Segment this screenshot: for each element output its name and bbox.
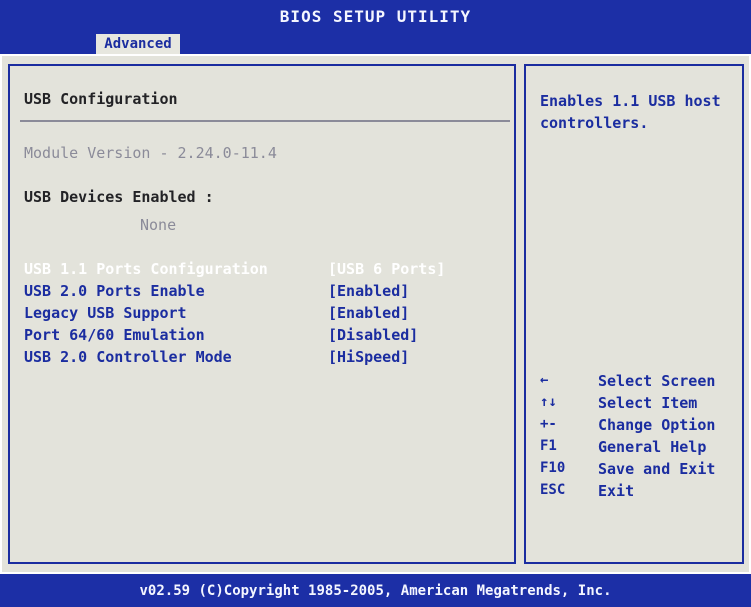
setting-value[interactable]: [Enabled] [328, 282, 409, 300]
legend-action: General Help [598, 438, 707, 456]
copyright-footer: v02.59 (C)Copyright 1985-2005, American … [0, 574, 751, 607]
setting-value[interactable]: [USB 6 Ports] [328, 260, 445, 278]
module-version: Module Version - 2.24.0-11.4 [24, 144, 277, 162]
legend-action: Select Item [598, 394, 698, 412]
legend-save-exit: F10 Save and Exit [540, 460, 730, 482]
usb-devices-label: USB Devices Enabled : [24, 188, 214, 206]
help-description: Enables 1.1 USB host controllers. [540, 92, 721, 132]
window-title: BIOS SETUP UTILITY [279, 6, 472, 26]
setting-value[interactable]: [Enabled] [328, 304, 409, 322]
plus-minus-icon: +- [540, 416, 557, 432]
section-divider [20, 120, 510, 122]
legend-key: F10 [540, 460, 566, 476]
settings-panel: USB Configuration Module Version - 2.24.… [8, 64, 516, 564]
legend-select-item: ↑↓ Select Item [540, 394, 730, 416]
legend-select-screen: ← Select Screen [540, 372, 730, 394]
legend-action: Exit [598, 482, 635, 500]
arrow-up-down-icon: ↑↓ [540, 394, 557, 410]
setting-label: Legacy USB Support [24, 304, 187, 322]
tab-strip: Advanced [0, 32, 751, 54]
help-panel: Enables 1.1 USB host controllers. ← Sele… [524, 64, 744, 564]
arrow-left-right-icon: ← [540, 372, 549, 388]
setting-label: Port 64/60 Emulation [24, 326, 205, 344]
bios-title-bar: BIOS SETUP UTILITY [0, 0, 751, 32]
tab-advanced[interactable]: Advanced [96, 34, 180, 54]
section-title: USB Configuration [24, 90, 178, 108]
legend-action: Save and Exit [598, 460, 716, 478]
legend-key: F1 [540, 438, 557, 454]
setting-value[interactable]: [Disabled] [328, 326, 418, 344]
tab-advanced-label: Advanced [104, 36, 172, 52]
bios-content-area: USB Configuration Module Version - 2.24.… [0, 54, 751, 574]
setting-label: USB 1.1 Ports Configuration [24, 260, 268, 278]
legend-exit: ESC Exit [540, 482, 730, 504]
usb-devices-value: None [140, 216, 177, 234]
setting-label: USB 2.0 Controller Mode [24, 348, 232, 366]
legend-action: Select Screen [598, 372, 716, 390]
legend-general-help: F1 General Help [540, 438, 730, 460]
setting-value[interactable]: [HiSpeed] [328, 348, 409, 366]
legend-change-option: +- Change Option [540, 416, 730, 438]
setting-label: USB 2.0 Ports Enable [24, 282, 205, 300]
legend-action: Change Option [598, 416, 716, 434]
legend-key: ESC [540, 482, 566, 498]
copyright-text: v02.59 (C)Copyright 1985-2005, American … [139, 582, 612, 599]
